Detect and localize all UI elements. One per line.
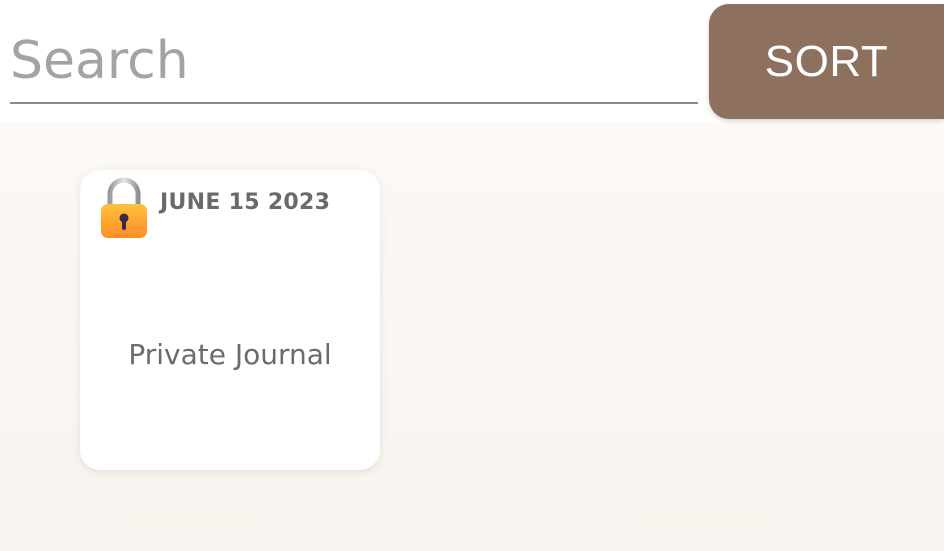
search-field[interactable] bbox=[10, 22, 698, 104]
sort-button[interactable]: SORT bbox=[709, 4, 944, 119]
top-bar: SORT bbox=[0, 0, 944, 122]
entry-title: Private Journal bbox=[128, 338, 332, 371]
lock-icon bbox=[98, 176, 150, 240]
entry-date: JUNE 15 2023 bbox=[160, 190, 331, 215]
journal-card[interactable]: JUNE 15 2023 Private Journal bbox=[80, 170, 380, 470]
search-input[interactable] bbox=[10, 22, 698, 100]
